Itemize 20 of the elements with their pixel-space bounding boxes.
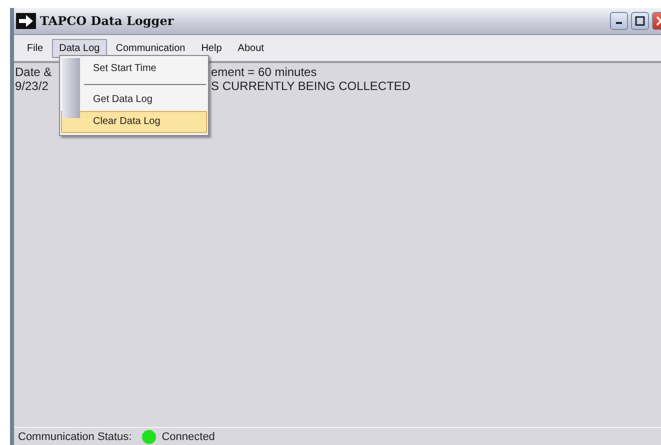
window-title: TAPCO Data Logger <box>40 14 174 28</box>
menu-item[interactable]: Help <box>194 38 229 58</box>
menu-item[interactable]: Data Log <box>52 38 107 58</box>
menu-option[interactable]: Set Start Time <box>82 58 208 80</box>
menu-icon-strip <box>62 58 80 118</box>
maximize-icon <box>635 16 645 26</box>
log-text: 9/23/2 <box>15 79 48 93</box>
menu-item[interactable]: Communication <box>108 38 192 58</box>
menu-item[interactable]: File <box>20 38 50 58</box>
arrow-icon <box>16 13 36 29</box>
log-text: ement = 60 minutes <box>211 65 317 79</box>
status-text: Connected <box>162 430 215 442</box>
log-text: S CURRENTLY BEING COLLECTED <box>211 79 411 93</box>
status-label: Communication Status: <box>18 430 132 442</box>
maximize-button[interactable] <box>631 12 649 30</box>
menu-item[interactable]: About <box>230 38 271 58</box>
menu-option[interactable]: Clear Data Log <box>61 111 207 133</box>
log-text: Date & <box>15 65 52 79</box>
menu-option[interactable]: Get Data Log <box>82 89 208 111</box>
minimize-button[interactable] <box>610 12 628 30</box>
